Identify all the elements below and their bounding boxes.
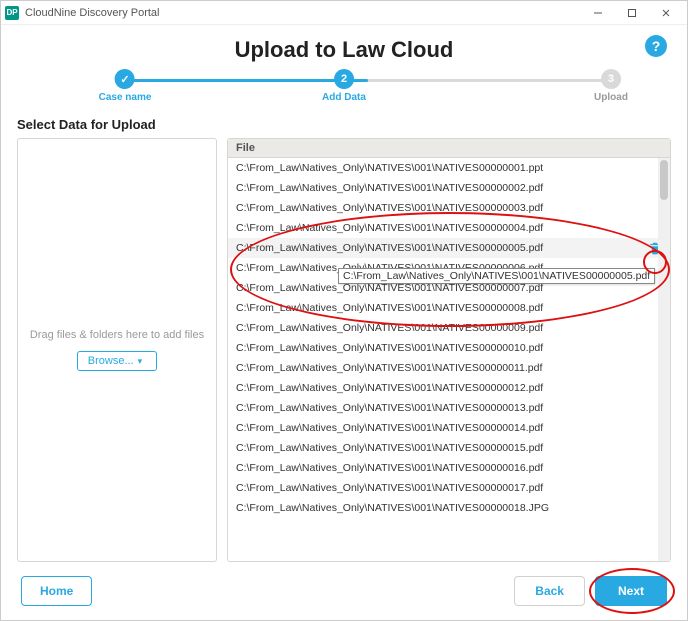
app-logo-icon: DP [5, 6, 19, 20]
file-row[interactable]: C:\From_Law\Natives_Only\NATIVES\001\NAT… [228, 398, 670, 418]
step-number-icon: 2 [334, 69, 354, 89]
next-button[interactable]: Next [595, 576, 667, 606]
file-row[interactable]: C:\From_Law\Natives_Only\NATIVES\001\NAT… [228, 318, 670, 338]
window-title: CloudNine Discovery Portal [25, 7, 160, 19]
panels: Drag files & folders here to add files B… [17, 138, 671, 562]
file-row[interactable]: C:\From_Law\Natives_Only\NATIVES\001\NAT… [228, 418, 670, 438]
scrollbar-thumb[interactable] [660, 160, 668, 200]
page-header: Upload to Law Cloud ? ✓ Case name 2 Add … [1, 25, 687, 113]
window-controls [581, 1, 683, 25]
browse-label: Browse... [88, 355, 134, 367]
step-label: Add Data [322, 92, 366, 103]
step-number-icon: 3 [601, 69, 621, 89]
page-title: Upload to Law Cloud [17, 37, 671, 63]
file-row[interactable]: C:\From_Law\Natives_Only\NATIVES\001\NAT… [228, 338, 670, 358]
file-row[interactable]: C:\From_Law\Natives_Only\NATIVES\001\NAT… [228, 178, 670, 198]
file-row[interactable]: C:\From_Law\Natives_Only\NATIVES\001\NAT… [228, 218, 670, 238]
file-list: C:\From_Law\Natives_Only\NATIVES\001\NAT… [228, 158, 670, 561]
help-icon[interactable]: ? [645, 35, 667, 57]
step-label: Upload [594, 92, 628, 103]
titlebar: DP CloudNine Discovery Portal [1, 1, 687, 25]
page-body: Select Data for Upload Drag files & fold… [1, 113, 687, 562]
section-title: Select Data for Upload [17, 117, 671, 132]
step-case-name[interactable]: ✓ Case name [99, 69, 152, 103]
maximize-button[interactable] [615, 1, 649, 25]
back-button[interactable]: Back [514, 576, 585, 606]
file-row[interactable]: C:\From_Law\Natives_Only\NATIVES\001\NAT… [228, 378, 670, 398]
step-add-data[interactable]: 2 Add Data [322, 69, 366, 103]
file-row[interactable]: C:\From_Law\Natives_Only\NATIVES\001\NAT… [228, 238, 670, 258]
step-upload[interactable]: 3 Upload [594, 69, 628, 103]
file-path-tooltip: C:\From_Law\Natives_Only\NATIVES\001\NAT… [338, 268, 655, 284]
file-row[interactable]: C:\From_Law\Natives_Only\NATIVES\001\NAT… [228, 158, 670, 178]
step-check-icon: ✓ [115, 69, 135, 89]
file-row[interactable]: C:\From_Law\Natives_Only\NATIVES\001\NAT… [228, 298, 670, 318]
close-button[interactable] [649, 1, 683, 25]
browse-button[interactable]: Browse... ▾ [77, 351, 157, 371]
file-dropzone[interactable]: Drag files & folders here to add files B… [17, 138, 217, 562]
file-row[interactable]: C:\From_Law\Natives_Only\NATIVES\001\NAT… [228, 478, 670, 498]
wizard-stepper: ✓ Case name 2 Add Data 3 Upload [47, 69, 641, 109]
step-label: Case name [99, 92, 152, 103]
file-row[interactable]: C:\From_Law\Natives_Only\NATIVES\001\NAT… [228, 458, 670, 478]
wizard-footer: Home Back Next [1, 562, 687, 620]
minimize-button[interactable] [581, 1, 615, 25]
app-window: DP CloudNine Discovery Portal Upload to … [0, 0, 688, 621]
file-column-header[interactable]: File [228, 139, 670, 158]
file-row[interactable]: C:\From_Law\Natives_Only\NATIVES\001\NAT… [228, 198, 670, 218]
dropzone-hint: Drag files & folders here to add files [30, 329, 204, 341]
file-list-panel: File C:\From_Law\Natives_Only\NATIVES\00… [227, 138, 671, 562]
file-row[interactable]: C:\From_Law\Natives_Only\NATIVES\001\NAT… [228, 358, 670, 378]
file-row[interactable]: C:\From_Law\Natives_Only\NATIVES\001\NAT… [228, 438, 670, 458]
home-button[interactable]: Home [21, 576, 92, 606]
chevron-down-icon: ▾ [138, 356, 143, 367]
stepper-track [125, 79, 611, 82]
file-row[interactable]: C:\From_Law\Natives_Only\NATIVES\001\NAT… [228, 498, 670, 518]
file-list-scrollbar[interactable] [658, 158, 670, 561]
